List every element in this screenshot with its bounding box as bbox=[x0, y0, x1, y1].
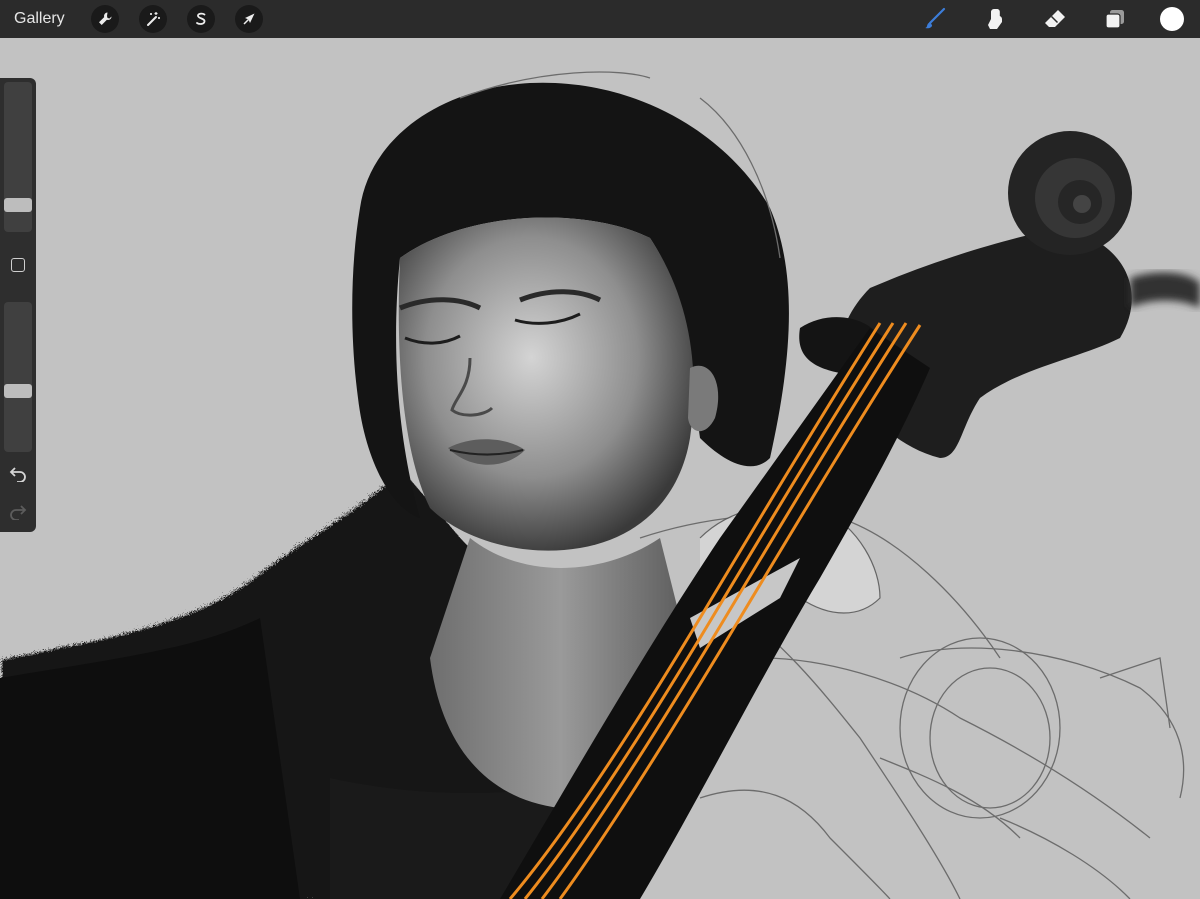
transform-button[interactable] bbox=[234, 5, 263, 33]
sidebar bbox=[0, 78, 36, 532]
brush-opacity-thumb[interactable] bbox=[4, 383, 32, 398]
adjustments-button[interactable] bbox=[138, 5, 167, 33]
artwork bbox=[0, 38, 1200, 899]
layers-icon bbox=[1105, 10, 1124, 29]
selection-button[interactable] bbox=[186, 5, 215, 33]
layers-button[interactable] bbox=[1100, 4, 1130, 34]
painting-tools bbox=[905, 0, 1192, 38]
transform-arrow-icon bbox=[243, 13, 255, 25]
undo-icon[interactable] bbox=[9, 464, 27, 482]
magic-wand-icon bbox=[146, 12, 160, 26]
smudge-icon bbox=[988, 9, 1002, 29]
selection-s-icon bbox=[195, 12, 206, 25]
modify-button[interactable] bbox=[11, 258, 25, 272]
drawing-canvas[interactable] bbox=[0, 38, 1200, 899]
brush-size-slider[interactable] bbox=[4, 82, 32, 232]
color-swatch-button[interactable] bbox=[1160, 7, 1184, 31]
wrench-icon bbox=[98, 12, 112, 25]
eraser-button[interactable] bbox=[1040, 4, 1070, 34]
brush-button[interactable] bbox=[920, 4, 950, 34]
top-toolbar: Gallery bbox=[0, 0, 1200, 38]
eraser-icon bbox=[1045, 10, 1065, 27]
brush-size-thumb[interactable] bbox=[4, 197, 32, 212]
gallery-button[interactable]: Gallery bbox=[14, 10, 65, 28]
brush-opacity-slider[interactable] bbox=[4, 302, 32, 452]
brush-icon bbox=[925, 7, 946, 29]
redo-icon[interactable] bbox=[9, 502, 27, 520]
actions-button[interactable] bbox=[90, 5, 119, 33]
smudge-button[interactable] bbox=[980, 4, 1010, 34]
